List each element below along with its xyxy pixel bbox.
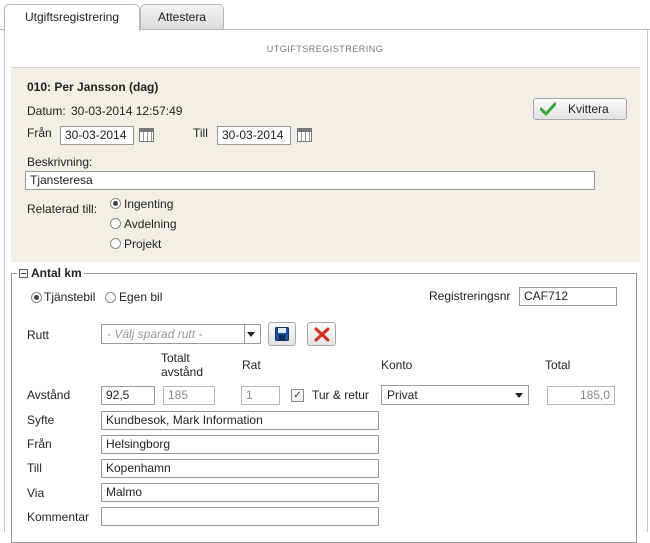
relaterad-radio-projekt[interactable] bbox=[110, 238, 121, 249]
vehicle-option-tjanstebil: Tjänstebil bbox=[44, 290, 96, 304]
kvittera-label: Kvittera bbox=[568, 102, 609, 116]
rutt-label: Rutt bbox=[27, 328, 50, 342]
via-label: Via bbox=[27, 486, 45, 500]
syfte-label: Syfte bbox=[27, 413, 55, 427]
fran-place-label: Från bbox=[27, 437, 52, 451]
till-date-label: Till bbox=[193, 126, 208, 140]
rutt-select[interactable]: - Välj sparad rutt - bbox=[101, 324, 261, 344]
chevron-down-icon bbox=[515, 393, 523, 398]
konto-select-value: Privat bbox=[387, 388, 418, 402]
chevron-down-icon bbox=[247, 332, 255, 337]
save-icon bbox=[275, 327, 289, 341]
avstand-input[interactable]: 92,5 bbox=[101, 386, 155, 405]
tur-retur-label: Tur & retur bbox=[312, 388, 369, 402]
fran-date-input[interactable]: 30-03-2014 bbox=[60, 126, 134, 145]
totalt-avstand-input[interactable]: 185 bbox=[163, 386, 215, 405]
col-totalt-avstand: Totalt avstånd bbox=[161, 351, 204, 379]
antal-km-legend[interactable]: Antal km bbox=[17, 266, 84, 280]
panel-border-right bbox=[647, 30, 648, 532]
relaterad-option-ingenting: Ingenting bbox=[124, 197, 174, 211]
till-date-input[interactable]: 30-03-2014 bbox=[217, 126, 291, 145]
section-title: UTGIFTSREGISTRERING bbox=[266, 44, 384, 54]
vehicle-option-egen-bil: Egen bil bbox=[119, 290, 163, 304]
fran-calendar-icon[interactable] bbox=[139, 128, 154, 142]
total-input[interactable]: 185,0 bbox=[547, 386, 615, 405]
rutt-select-placeholder: - Välj sparad rutt - bbox=[107, 327, 203, 341]
delete-route-button[interactable] bbox=[307, 322, 336, 346]
antal-km-title: Antal km bbox=[31, 266, 82, 280]
kvittera-button[interactable]: Kvittera bbox=[533, 98, 627, 120]
tab-attestera[interactable]: Attestera bbox=[140, 4, 224, 29]
kommentar-input[interactable] bbox=[101, 507, 379, 526]
relaterad-radio-ingenting[interactable] bbox=[110, 198, 121, 209]
tab-utgiftsregistrering[interactable]: Utgiftsregistrering bbox=[4, 4, 140, 31]
checkmark-icon bbox=[540, 102, 556, 116]
col-total: Total bbox=[545, 358, 571, 372]
tur-retur-checkbox[interactable]: ✓ bbox=[291, 389, 304, 402]
header-panel bbox=[11, 67, 640, 262]
konto-select[interactable]: Privat bbox=[381, 385, 529, 405]
relaterad-option-projekt: Projekt bbox=[124, 237, 162, 251]
datum-value: 30-03-2014 12:57:49 bbox=[71, 104, 183, 118]
relaterad-option-avdelning: Avdelning bbox=[124, 217, 177, 231]
datum-label: Datum: bbox=[27, 104, 66, 118]
via-input[interactable]: Malmo bbox=[101, 483, 379, 502]
syfte-input[interactable]: Kundbesok, Mark Information bbox=[101, 411, 379, 430]
kommentar-label: Kommentar bbox=[27, 510, 90, 524]
till-calendar-icon[interactable] bbox=[297, 128, 312, 142]
till-place-label: Till bbox=[27, 461, 42, 475]
rat-input[interactable]: 1 bbox=[241, 386, 280, 405]
fran-date-label: Från bbox=[27, 126, 52, 140]
vehicle-radio-egen-bil[interactable] bbox=[105, 292, 116, 303]
fran-place-input[interactable]: Helsingborg bbox=[101, 435, 379, 454]
till-place-input[interactable]: Kopenhamn bbox=[101, 459, 379, 478]
relaterad-label: Relaterad till: bbox=[27, 202, 98, 216]
col-rat: Rat bbox=[242, 358, 261, 372]
delete-x-icon bbox=[314, 327, 330, 342]
vehicle-radio-tjanstebil[interactable] bbox=[31, 292, 42, 303]
select-divider bbox=[244, 325, 245, 343]
relaterad-radio-avdelning[interactable] bbox=[110, 218, 121, 229]
avstand-label: Avstånd bbox=[27, 388, 71, 402]
regnr-label: Registreringsnr bbox=[429, 289, 511, 303]
col-konto: Konto bbox=[381, 358, 413, 372]
save-route-button[interactable] bbox=[268, 322, 296, 346]
panel-border-left bbox=[4, 30, 5, 532]
antal-km-fieldset bbox=[11, 273, 637, 543]
beskrivning-input[interactable]: Tjansteresa bbox=[25, 171, 595, 190]
beskrivning-label: Beskrivning: bbox=[27, 155, 93, 169]
collapse-icon[interactable] bbox=[19, 269, 28, 278]
employee-name: 010: Per Jansson (dag) bbox=[27, 80, 159, 94]
regnr-input[interactable]: CAF712 bbox=[519, 287, 617, 306]
